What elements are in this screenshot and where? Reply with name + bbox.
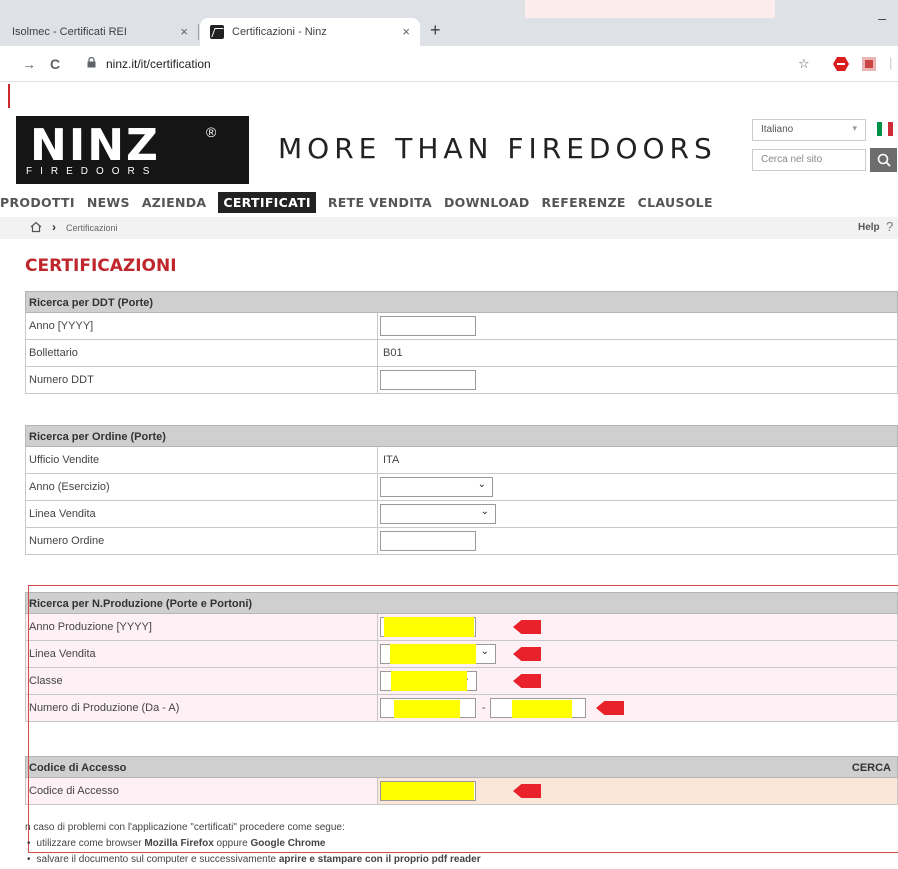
order-sales-line-select[interactable]: ⌄: [380, 504, 496, 524]
address-bar: → C ninz.it/it/certification ☆ |: [0, 46, 898, 82]
nav-item-certificati[interactable]: CERTIFICATI: [218, 191, 316, 213]
tab-divider: [198, 24, 199, 40]
breadcrumb: › Certificazioni Help ?: [0, 217, 898, 239]
field-label: Numero DDT: [26, 367, 378, 393]
note-item-pdf: salvare il documento sul computer e succ…: [25, 854, 481, 865]
red-annotation-mark: [8, 84, 10, 108]
order-year-select[interactable]: ⌄: [380, 477, 493, 497]
ddt-search-section: Ricerca per DDT (Porte) Anno [YYYY] Boll…: [25, 291, 898, 394]
nav-item-prodotti[interactable]: PRODOTTI: [0, 195, 75, 210]
field-label: Linea Vendita: [26, 501, 378, 527]
logo-text: NINZ: [30, 120, 160, 171]
new-tab-button[interactable]: +: [430, 20, 441, 41]
field-label: Bollettario: [26, 340, 378, 366]
forward-arrow-icon[interactable]: →: [22, 56, 36, 72]
section-header: Ricerca per DDT (Porte): [25, 291, 898, 313]
section-header: Ricerca per Ordine (Porte): [25, 425, 898, 447]
form-row: Linea Vendita ⌄: [25, 501, 898, 528]
field-label: Numero Ordine: [26, 528, 378, 554]
chevron-down-icon: ⌄: [480, 506, 489, 517]
help-question-icon[interactable]: ?: [886, 219, 893, 234]
site-search-input[interactable]: Cerca nel sito: [752, 149, 866, 171]
italian-flag-icon[interactable]: [877, 122, 893, 136]
chevron-down-icon: ▾: [852, 123, 857, 133]
toolbar-divider: |: [889, 55, 893, 70]
ninz-logo[interactable]: NINZ ® FIREDOORS: [16, 116, 249, 184]
nav-item-rete-vendita[interactable]: RETE VENDITA: [328, 195, 432, 210]
nav-item-download[interactable]: DOWNLOAD: [444, 195, 530, 210]
slogan: MORE THAN FIREDOORS: [278, 132, 717, 165]
order-search-section: Ricerca per Ordine (Porte) Ufficio Vendi…: [25, 425, 898, 555]
form-row: Ufficio Vendite ITA: [25, 447, 898, 474]
notes-intro: n caso di problemi con l'applicazione "c…: [25, 822, 345, 833]
reload-icon[interactable]: C: [50, 56, 60, 72]
url-input[interactable]: ninz.it/it/certification: [106, 57, 211, 71]
nav-item-clausole[interactable]: CLAUSOLE: [638, 195, 713, 210]
help-notes: n caso di problemi con l'applicazione "c…: [25, 822, 481, 865]
note-text: oppure: [213, 838, 251, 849]
browser-tab-isolmec[interactable]: Isolmec - Certificati REI ×: [0, 18, 198, 46]
logo-registered-mark: ®: [206, 124, 217, 140]
tab-title: Isolmec - Certificati REI: [12, 26, 127, 38]
home-icon[interactable]: [30, 221, 42, 233]
close-tab-icon[interactable]: ×: [402, 24, 410, 39]
search-button[interactable]: [870, 148, 897, 172]
close-tab-icon[interactable]: ×: [180, 24, 188, 39]
note-text: utilizzare come browser: [36, 838, 145, 849]
form-row: Anno (Esercizio) ⌄: [25, 474, 898, 501]
tab-title: Certificazioni - Ninz: [232, 26, 327, 38]
chevron-right-icon: ›: [52, 220, 56, 234]
language-value: Italiano: [761, 124, 794, 135]
pdf-extension-icon[interactable]: [862, 57, 876, 71]
main-navigation: PRODOTTI NEWS AZIENDA CERTIFICATI RETE V…: [0, 191, 725, 213]
red-annotation-frame: [28, 585, 898, 853]
nav-item-referenze[interactable]: REFERENZE: [542, 195, 626, 210]
help-link[interactable]: Help: [858, 222, 880, 233]
order-number-input[interactable]: [380, 531, 476, 551]
adblock-icon[interactable]: [833, 57, 849, 71]
field-label: Anno [YYYY]: [26, 313, 378, 339]
note-bold: Mozilla Firefox: [144, 838, 214, 849]
lock-icon: [87, 57, 96, 68]
search-icon: [877, 153, 891, 167]
page-title: CERTIFICAZIONI: [25, 256, 177, 276]
bookmark-star-icon[interactable]: ☆: [798, 56, 810, 72]
note-item-browser: utilizzare come browser Mozilla Firefox …: [25, 838, 481, 849]
note-bold: Google Chrome: [250, 838, 326, 849]
note-bold: aprire e stampare con il proprio pdf rea…: [278, 854, 481, 865]
ddt-year-input[interactable]: [380, 316, 476, 336]
ninz-favicon-icon: [210, 25, 224, 39]
bollettario-value: B01: [383, 347, 403, 359]
nav-item-news[interactable]: NEWS: [87, 195, 130, 210]
form-row: Numero DDT: [25, 367, 898, 394]
form-row: Bollettario B01: [25, 340, 898, 367]
field-label: Ufficio Vendite: [26, 447, 378, 473]
field-label: Anno (Esercizio): [26, 474, 378, 500]
form-row: Anno [YYYY]: [25, 313, 898, 340]
breadcrumb-current: Certificazioni: [66, 223, 118, 233]
language-select[interactable]: Italiano ▾: [752, 119, 866, 141]
top-pink-strip: [525, 0, 775, 18]
nav-item-azienda[interactable]: AZIENDA: [142, 195, 207, 210]
note-text: salvare il documento sul computer e succ…: [36, 854, 279, 865]
browser-tab-ninz[interactable]: Certificazioni - Ninz ×: [200, 18, 420, 46]
minimize-button[interactable]: –: [878, 10, 886, 26]
form-row: Numero Ordine: [25, 528, 898, 555]
sales-office-value: ITA: [383, 454, 400, 466]
chevron-down-icon: ⌄: [477, 479, 486, 490]
logo-subtitle: FIREDOORS: [26, 166, 158, 177]
ddt-number-input[interactable]: [380, 370, 476, 390]
